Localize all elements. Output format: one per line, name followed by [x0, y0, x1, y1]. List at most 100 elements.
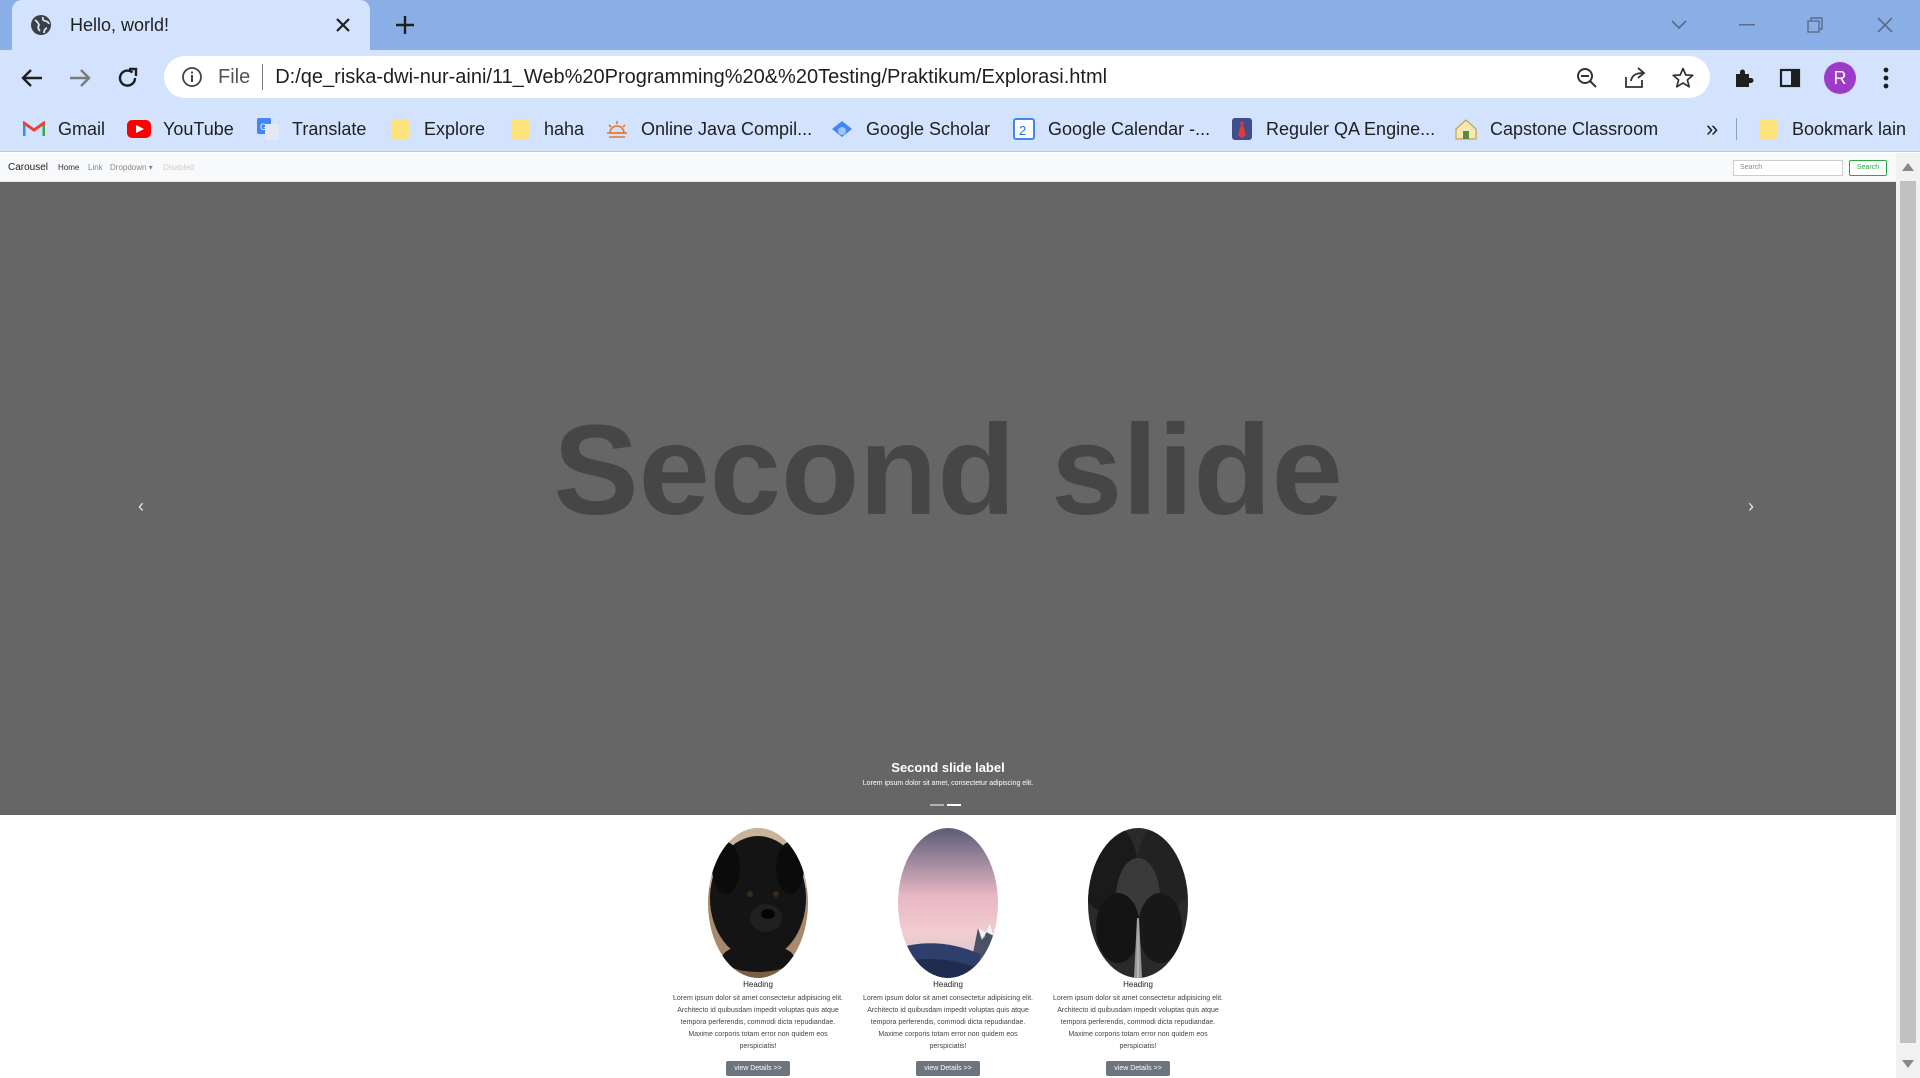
column-text: Lorem ipsum dolor sit amet consectetur a… [1052, 995, 1224, 1050]
nav-link-home[interactable]: Home [58, 163, 79, 172]
tab-strip: Hello, world! [0, 0, 1920, 50]
bookmark-reguler-qa[interactable]: Reguler QA Engine... [1230, 115, 1435, 143]
forest-road-image [1088, 828, 1188, 978]
column-text: Lorem ipsum dolor sit amet consectetur a… [862, 995, 1034, 1050]
bookmark-label: Explore [424, 118, 486, 139]
bookmark-label: haha [544, 118, 585, 139]
feature-column-1: Heading Lorem ipsum dolor sit amet conse… [669, 828, 847, 1076]
bookmark-label: Reguler QA Engine... [1266, 118, 1436, 139]
youtube-icon [127, 117, 151, 141]
tie-icon [1230, 117, 1254, 141]
menu-kebab-icon[interactable] [1868, 60, 1904, 96]
bookmark-label: Translate [292, 118, 367, 139]
back-icon[interactable] [14, 60, 50, 96]
extensions-icon[interactable] [1726, 60, 1762, 96]
browser-toolbar: File D:/qe_riska-dwi-nur-aini/11_Web%20P… [0, 50, 1920, 106]
site-navbar: Carousel Home Link Dropdown ▾ Disabled S… [0, 153, 1896, 182]
bookmark-label: Capstone Classroom [1490, 118, 1659, 139]
close-window-icon[interactable] [1868, 8, 1902, 42]
folder-icon [388, 117, 412, 141]
tab-search-icon[interactable] [1662, 8, 1696, 42]
page-scrollbar[interactable] [1896, 153, 1920, 1078]
search-button[interactable]: Search [1849, 160, 1887, 176]
bookmark-capstone[interactable]: Capstone Classroom [1454, 115, 1658, 143]
page-viewport: Carousel Home Link Dropdown ▾ Disabled S… [0, 153, 1896, 1078]
classroom-icon [1454, 117, 1478, 141]
nav-link-link[interactable]: Link [88, 163, 103, 172]
bookmark-label: Online Java Compil... [641, 118, 813, 139]
omnibox-divider [262, 64, 264, 90]
bookmark-online-java[interactable]: Online Java Compil... [605, 115, 812, 143]
active-tab[interactable]: Hello, world! [12, 0, 370, 50]
bookmark-label: YouTube [163, 118, 234, 139]
nav-link-dropdown[interactable]: Dropdown ▾ [110, 163, 153, 172]
bookmark-label: Google Calendar -... [1048, 118, 1211, 139]
translate-icon: G [256, 117, 280, 141]
bookmark-translate[interactable]: G Translate [256, 115, 366, 143]
tab-title: Hello, world! [70, 14, 170, 35]
folder-icon [508, 117, 532, 141]
caption-text: Lorem ipsum dolor sit amet, consectetur … [862, 780, 1034, 787]
view-details-button[interactable]: view Details >> [916, 1061, 980, 1076]
bookmark-gmail[interactable]: Gmail [22, 115, 105, 143]
bookmark-label: Google Scholar [866, 118, 991, 139]
svg-text:G: G [260, 122, 267, 132]
bookmarks-divider [1736, 118, 1737, 140]
carousel-indicator-2[interactable] [947, 804, 961, 806]
bookmark-google-scholar[interactable]: Google Scholar [830, 115, 990, 143]
dog-image [708, 828, 808, 978]
bookmark-other[interactable]: Bookmark lain [1756, 115, 1906, 143]
svg-text:2: 2 [1019, 123, 1026, 138]
view-details-button[interactable]: view Details >> [1106, 1061, 1170, 1076]
side-panel-icon[interactable] [1772, 60, 1808, 96]
address-bar[interactable]: File D:/qe_riska-dwi-nur-aini/11_Web%20P… [164, 56, 1710, 98]
bookmark-folder-explore[interactable]: Explore [388, 115, 485, 143]
carousel-indicator-1[interactable] [930, 804, 944, 806]
sun-icon [605, 117, 629, 141]
nav-link-disabled: Disabled [163, 163, 195, 172]
carousel: Second slide ‹ › Second slide label Lore… [0, 182, 1896, 815]
feature-column-2: Heading Lorem ipsum dolor sit amet conse… [859, 828, 1037, 1076]
share-icon[interactable] [1620, 63, 1650, 93]
bookmark-star-icon[interactable] [1668, 63, 1698, 93]
reload-icon[interactable] [110, 60, 146, 96]
slide-placeholder-text: Second slide [553, 399, 1343, 542]
url-scheme-label: File [218, 65, 251, 88]
carousel-caption: Second slide label Lorem ipsum dolor sit… [0, 760, 1896, 787]
scholar-icon [830, 117, 854, 141]
bookmark-google-calendar[interactable]: 2 Google Calendar -... [1012, 115, 1210, 143]
bookmark-folder-haha[interactable]: haha [508, 115, 584, 143]
column-heading: Heading [933, 980, 963, 989]
view-details-button[interactable]: view Details >> [726, 1061, 790, 1076]
minimize-icon[interactable] [1730, 8, 1764, 42]
navbar-brand[interactable]: Carousel [8, 162, 48, 173]
scroll-down-arrow-icon[interactable] [1902, 1060, 1914, 1068]
caption-title: Second slide label [891, 760, 1005, 775]
profile-avatar[interactable]: R [1824, 62, 1856, 94]
column-heading: Heading [743, 980, 773, 989]
carousel-next-icon[interactable]: › [1748, 496, 1754, 517]
search-input[interactable]: Search [1733, 160, 1843, 176]
bookmark-label: Bookmark lain [1792, 118, 1907, 139]
folder-icon [1756, 117, 1780, 141]
bookmark-youtube[interactable]: YouTube [127, 115, 234, 143]
new-tab-icon[interactable] [388, 8, 422, 42]
column-heading: Heading [1123, 980, 1153, 989]
info-icon[interactable] [178, 63, 206, 91]
scroll-up-arrow-icon[interactable] [1902, 163, 1914, 171]
carousel-indicators [930, 804, 961, 806]
calendar-icon: 2 [1012, 117, 1036, 141]
carousel-prev-icon[interactable]: ‹ [138, 496, 144, 517]
column-text: Lorem ipsum dolor sit amet consectetur a… [672, 995, 844, 1050]
forward-icon[interactable] [62, 60, 98, 96]
close-tab-icon[interactable] [328, 10, 358, 40]
mountain-sky-image [898, 828, 998, 978]
feature-column-3: Heading Lorem ipsum dolor sit amet conse… [1049, 828, 1227, 1076]
restore-icon[interactable] [1798, 8, 1832, 42]
gmail-icon [22, 117, 46, 141]
scrollbar-thumb[interactable] [1900, 181, 1916, 1043]
bookmarks-bar: Gmail YouTube G Translate Explore haha O… [0, 106, 1920, 152]
zoom-out-icon[interactable] [1572, 63, 1602, 93]
more-bookmarks-icon[interactable]: » [1706, 116, 1718, 142]
url-text[interactable]: D:/qe_riska-dwi-nur-aini/11_Web%20Progra… [275, 66, 1107, 89]
